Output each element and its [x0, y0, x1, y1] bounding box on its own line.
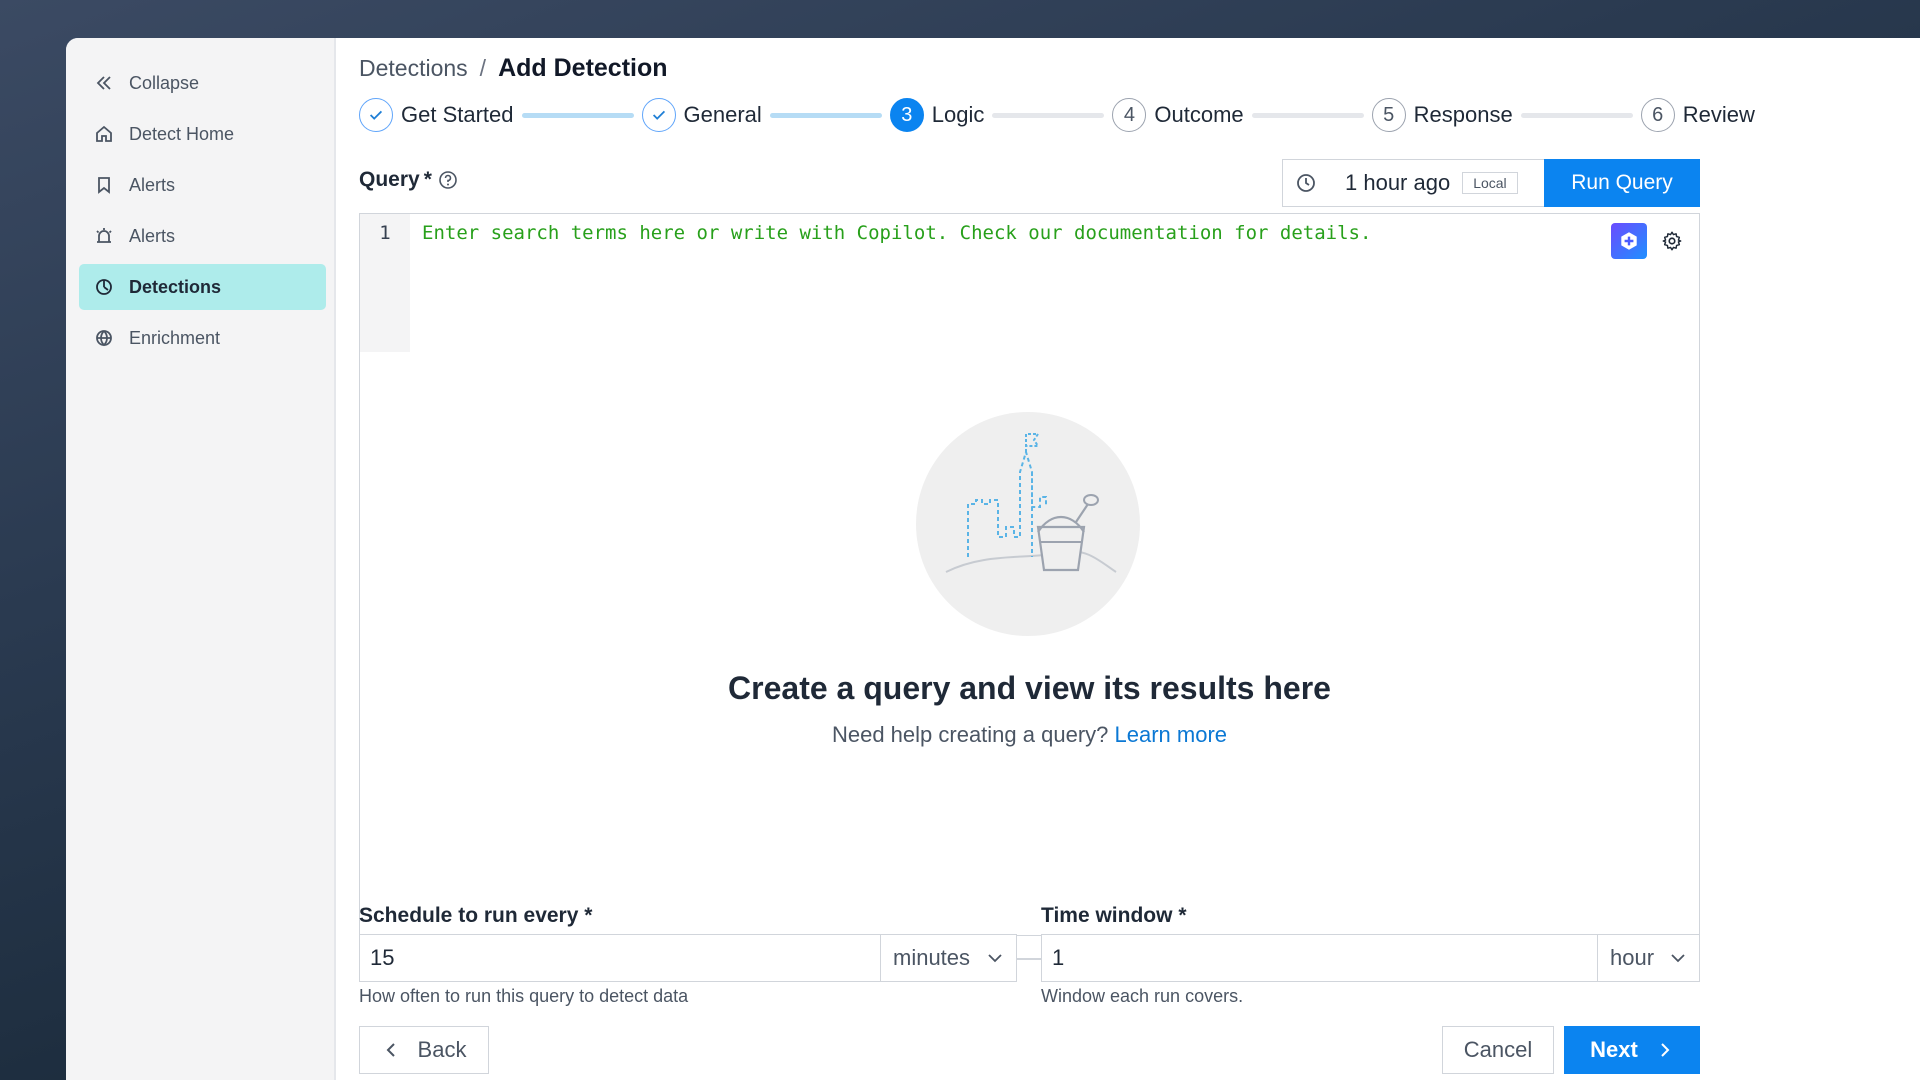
step-connector	[769, 112, 882, 118]
timezone-badge: Local	[1462, 172, 1518, 194]
step-label: Outcome	[1154, 102, 1244, 127]
sidebar-item-alerts-alarm[interactable]: Alerts	[79, 213, 326, 259]
step-connector	[992, 112, 1105, 118]
help-text: Need help creating a query?	[831, 722, 1109, 747]
query-label-text: Query	[359, 168, 420, 191]
stepper: Get Started General 3 Logic 4 Outcome 5	[359, 98, 1755, 132]
required-mark: *	[423, 168, 432, 191]
double-chevron-left-icon	[93, 72, 115, 94]
step-label: Response	[1413, 102, 1513, 127]
step-number: 4	[1112, 98, 1147, 132]
app-window: Collapse Detect Home Alerts Alerts Detec…	[66, 38, 1920, 1080]
chevron-down-icon	[1671, 954, 1685, 963]
detections-icon	[93, 276, 115, 298]
required-mark: *	[584, 904, 593, 927]
step-number: 6	[1640, 98, 1675, 132]
step-get-started[interactable]: Get Started	[359, 98, 514, 132]
schedule-label-text: Schedule to run every	[359, 904, 579, 927]
sidebar-item-label: Detections	[129, 276, 222, 297]
step-label: Review	[1682, 102, 1755, 127]
check-icon	[359, 98, 393, 132]
sidebar: Collapse Detect Home Alerts Alerts Detec…	[66, 38, 336, 1080]
time-window-label-text: Time window	[1041, 904, 1173, 927]
results-panel: Create a query and view its results here…	[359, 352, 1700, 936]
step-outcome[interactable]: 4 Outcome	[1112, 98, 1244, 132]
sidebar-item-collapse[interactable]: Collapse	[79, 60, 326, 106]
schedule-hint: How often to run this query to detect da…	[359, 986, 689, 1006]
query-placeholder[interactable]: Enter search terms here or write with Co…	[410, 214, 1699, 352]
field-connector	[1017, 958, 1041, 960]
schedule-unit-value: minutes	[893, 945, 971, 970]
sidebar-item-label: Detect Home	[129, 123, 235, 144]
time-range-value: 1 hour ago	[1345, 170, 1451, 195]
schedule-unit-select[interactable]: minutes	[880, 935, 1016, 981]
time-window-hint: Window each run covers.	[1041, 986, 1244, 1006]
step-label: Get Started	[401, 102, 514, 127]
chevron-left-icon	[386, 1043, 395, 1057]
cancel-button[interactable]: Cancel	[1442, 1026, 1554, 1074]
step-response[interactable]: 5 Response	[1371, 98, 1513, 132]
step-logic[interactable]: 3 Logic	[889, 98, 985, 132]
breadcrumb-detections[interactable]: Detections	[359, 55, 468, 82]
sidebar-item-label: Alerts	[129, 225, 176, 246]
gear-icon[interactable]	[1661, 230, 1683, 252]
time-window-field: hour	[1041, 934, 1700, 982]
empty-state-help: Need help creating a query? Learn more	[360, 722, 1699, 748]
schedule-field: minutes	[359, 934, 1017, 982]
alarm-icon	[93, 225, 115, 247]
breadcrumb-separator: /	[479, 55, 487, 81]
step-label: General	[683, 102, 762, 127]
step-connector	[1520, 112, 1633, 118]
schedule-label: Schedule to run every *	[359, 904, 592, 928]
learn-more-link[interactable]: Learn more	[1115, 722, 1228, 747]
page-title: Add Detection	[498, 54, 668, 82]
bookmark-icon	[93, 174, 115, 196]
chevron-down-icon	[988, 954, 1002, 963]
home-icon	[93, 123, 115, 145]
next-button-label: Next	[1590, 1037, 1638, 1062]
check-icon	[641, 98, 676, 132]
time-window-unit-value: hour	[1610, 945, 1655, 970]
sidebar-item-label: Alerts	[129, 174, 176, 195]
schedule-interval-input[interactable]	[360, 935, 880, 981]
step-connector	[521, 112, 634, 118]
empty-state-title: Create a query and view its results here	[728, 670, 1331, 706]
step-label: Logic	[931, 102, 985, 127]
step-review[interactable]: 6 Review	[1640, 98, 1755, 132]
chevron-right-icon	[1661, 1043, 1670, 1057]
back-button-label: Back	[417, 1037, 467, 1062]
time-window-unit-select[interactable]: hour	[1597, 935, 1699, 981]
sidebar-item-detect-home[interactable]: Detect Home	[79, 111, 326, 157]
next-button[interactable]: Next	[1564, 1026, 1700, 1074]
query-label: Query *	[359, 168, 458, 192]
sidebar-item-alerts-bookmark[interactable]: Alerts	[79, 162, 326, 208]
main-content: Detections / Add Detection Get Started G…	[336, 38, 1920, 1080]
time-window-input[interactable]	[1042, 935, 1597, 981]
time-window-label: Time window *	[1041, 904, 1187, 928]
run-query-button[interactable]: Run Query	[1544, 159, 1700, 207]
back-button[interactable]: Back	[359, 1026, 489, 1074]
breadcrumb: Detections / Add Detection	[359, 54, 668, 83]
sidebar-item-detections[interactable]: Detections	[79, 264, 326, 310]
step-number: 5	[1371, 98, 1406, 132]
query-editor[interactable]: 1 Enter search terms here or write with …	[359, 213, 1700, 353]
sidebar-item-enrichment[interactable]: Enrichment	[79, 315, 326, 361]
sandcastle-illustration	[916, 412, 1140, 636]
step-connector	[1251, 112, 1364, 118]
sidebar-item-label: Collapse	[129, 72, 200, 93]
time-range-picker[interactable]: 1 hour ago Local	[1282, 159, 1544, 207]
globe-icon	[93, 327, 115, 349]
copilot-icon[interactable]	[1611, 223, 1647, 259]
line-number: 1	[360, 214, 410, 352]
help-icon[interactable]	[438, 170, 458, 190]
step-general[interactable]: General	[641, 98, 762, 132]
step-number: 3	[889, 98, 924, 132]
sidebar-item-label: Enrichment	[129, 327, 221, 348]
required-mark: *	[1178, 904, 1187, 927]
clock-icon	[1295, 172, 1317, 194]
